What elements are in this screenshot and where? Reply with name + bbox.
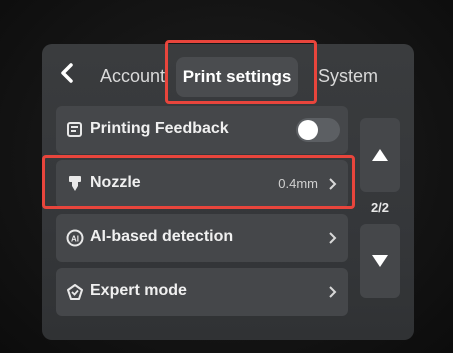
- feedback-icon: [67, 122, 82, 137]
- printing-feedback-toggle[interactable]: [296, 118, 340, 142]
- arrow-up-icon: [372, 149, 388, 161]
- toggle-knob: [298, 120, 318, 140]
- printer-screen: Account Print settings System Printing F…: [42, 44, 414, 340]
- printing-feedback-row[interactable]: Printing Feedback: [56, 106, 348, 154]
- chevron-right-icon: [329, 232, 337, 244]
- expert-mode-row[interactable]: Expert mode: [56, 268, 348, 316]
- tab-system[interactable]: System: [318, 63, 378, 89]
- page-down-button[interactable]: [360, 224, 400, 298]
- back-button[interactable]: [58, 62, 76, 84]
- nozzle-row[interactable]: Nozzle 0.4mm: [56, 160, 348, 208]
- tab-account[interactable]: Account: [100, 63, 165, 89]
- page-up-button[interactable]: [360, 118, 400, 192]
- nozzle-label: Nozzle: [90, 174, 141, 191]
- expert-mode-label: Expert mode: [90, 282, 187, 299]
- ai-detection-label: AI-based detection: [90, 228, 234, 245]
- ai-icon: AI: [66, 229, 84, 247]
- chevron-right-icon: [329, 286, 337, 298]
- printing-feedback-label: Printing Feedback: [90, 120, 229, 137]
- page-indicator: 2/2: [370, 200, 390, 215]
- chevron-right-icon: [329, 178, 337, 190]
- tab-bar: Account Print settings System: [42, 44, 414, 102]
- nozzle-value: 0.4mm: [278, 176, 318, 191]
- svg-text:AI: AI: [71, 235, 79, 244]
- nozzle-icon: [69, 176, 81, 191]
- tab-print-settings[interactable]: Print settings: [176, 57, 298, 97]
- ai-detection-row[interactable]: AI AI-based detection: [56, 214, 348, 262]
- back-arrow-icon: [61, 63, 73, 83]
- arrow-down-icon: [372, 255, 388, 267]
- expert-icon: [67, 284, 83, 300]
